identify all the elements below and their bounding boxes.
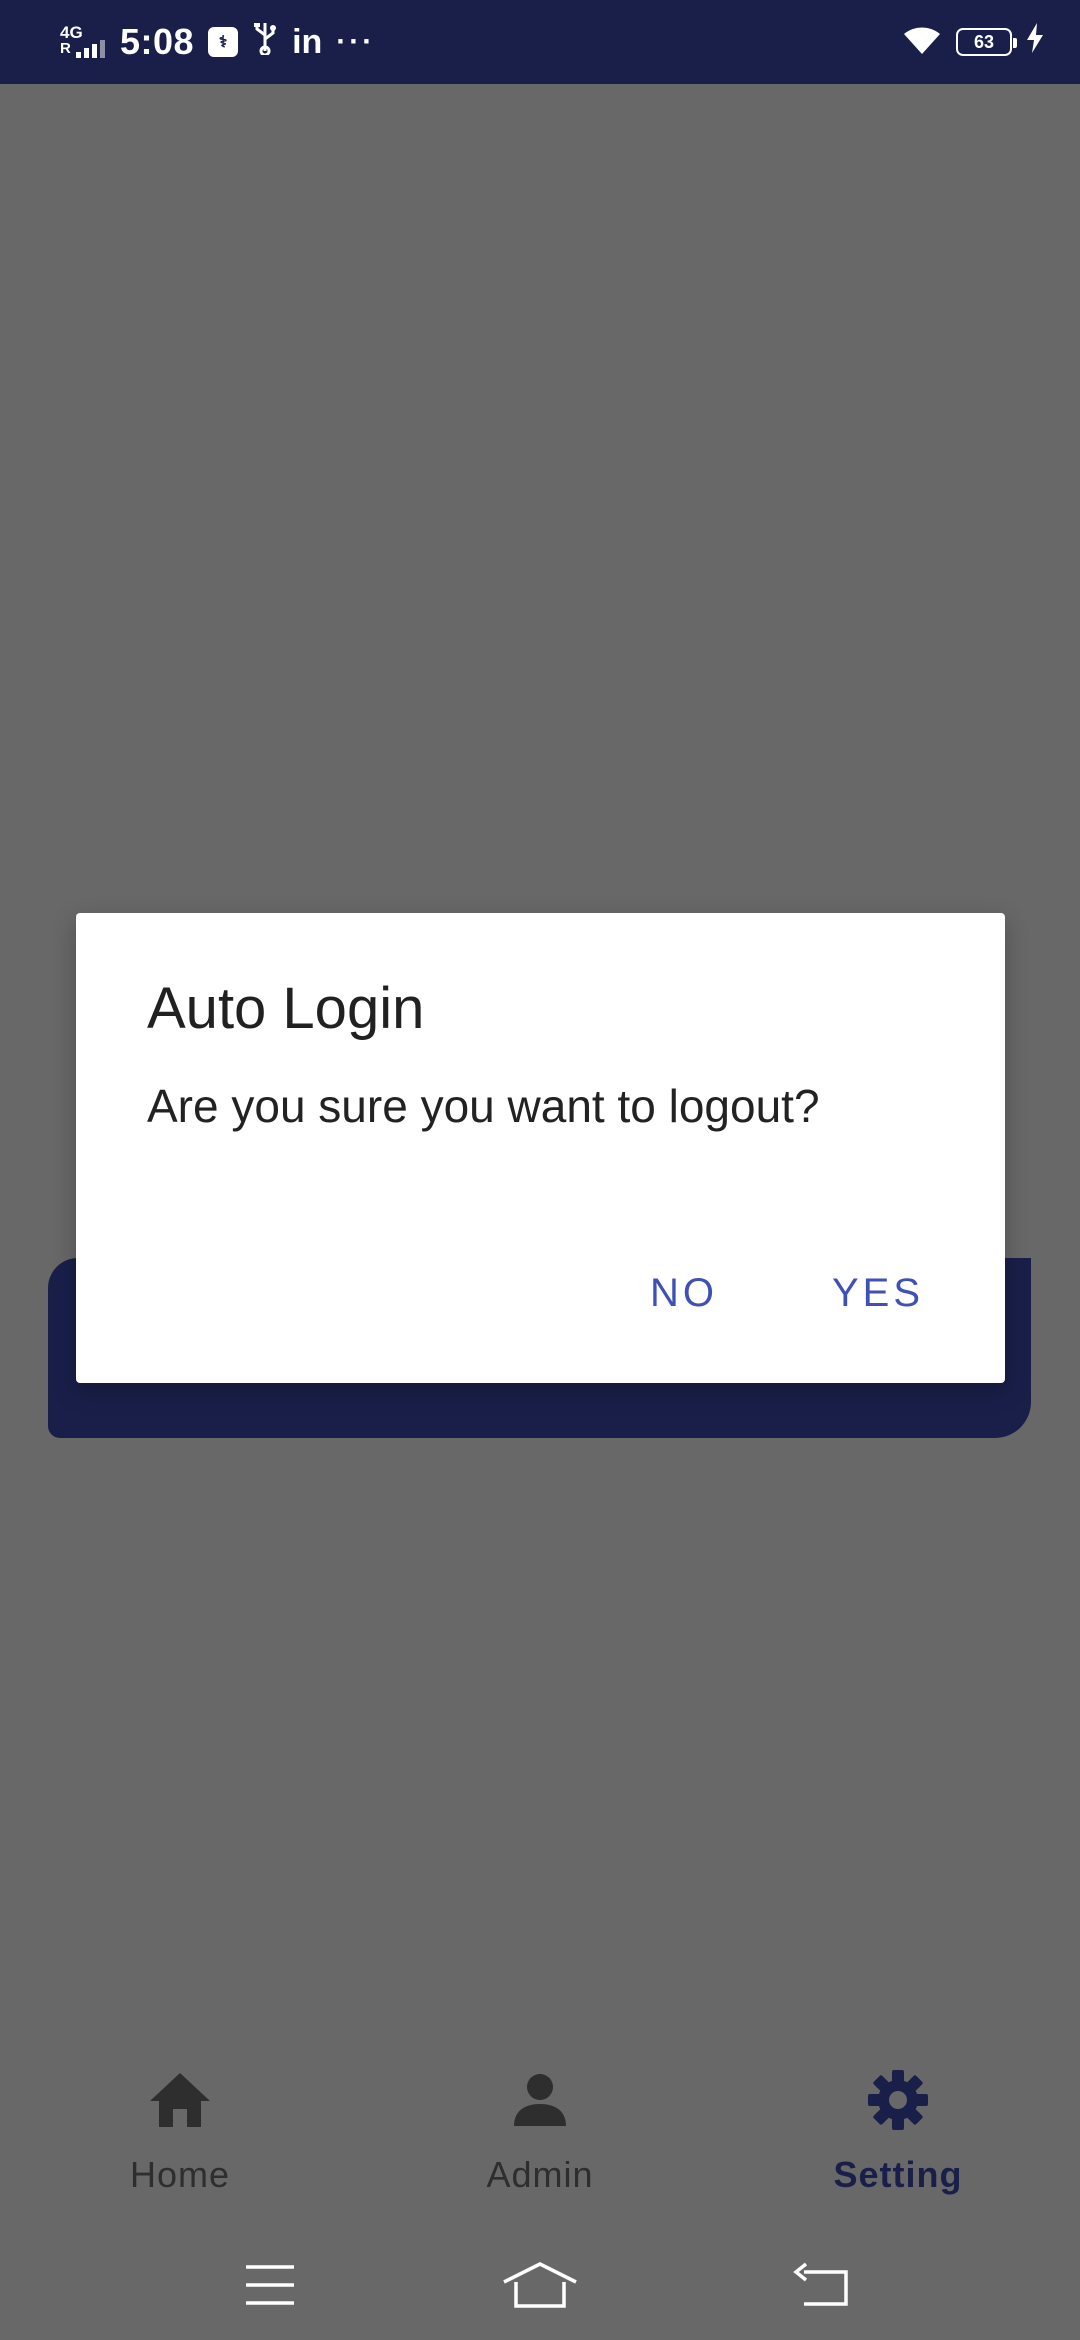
home-outline-icon: [503, 2262, 577, 2308]
roaming-indicator: R: [60, 40, 71, 57]
home-icon: [144, 2064, 216, 2136]
nav-label-admin: Admin: [486, 2154, 594, 2195]
wifi-icon: [902, 24, 942, 61]
usb-debug-icon: ⚕: [208, 27, 239, 57]
system-navigation-bar: [0, 2230, 1080, 2340]
person-icon: [504, 2064, 576, 2136]
more-notifications-icon: ···: [336, 25, 376, 58]
nav-item-setting[interactable]: Setting: [748, 2030, 1048, 2230]
logout-dialog: Auto Login Are you sure you want to logo…: [76, 913, 1005, 1383]
home-button[interactable]: [500, 2250, 580, 2320]
status-bar-left: 4G R 5:08 ⚕ in ···: [58, 0, 375, 84]
menu-icon: [246, 2265, 294, 2305]
no-button[interactable]: NO: [650, 1271, 718, 1316]
nav-item-home[interactable]: Home: [30, 2030, 330, 2230]
status-time: 5:08: [120, 21, 195, 62]
nav-label-setting: Setting: [833, 2154, 963, 2195]
gear-icon: [862, 2064, 934, 2136]
bottom-navigation: Home Admin Setting: [0, 2030, 1080, 2230]
status-bar-right: 63: [902, 0, 1044, 84]
dialog-title: Auto Login: [147, 976, 425, 1041]
usb-icon: [252, 21, 278, 63]
back-icon: [793, 2262, 848, 2306]
nav-item-admin[interactable]: Admin: [390, 2030, 690, 2230]
status-bar: 4G R 5:08 ⚕ in ··· 63: [0, 0, 1080, 84]
battery-icon: 63: [956, 28, 1017, 56]
back-button[interactable]: [782, 2250, 862, 2320]
cellular-signal-icon: 4G R: [58, 24, 106, 60]
dialog-message: Are you sure you want to logout?: [147, 1080, 820, 1132]
recent-apps-button[interactable]: [230, 2250, 310, 2320]
linkedin-icon: in: [292, 22, 323, 61]
yes-button[interactable]: YES: [832, 1271, 924, 1316]
charging-icon: [1026, 23, 1044, 61]
nav-label-home: Home: [129, 2154, 231, 2195]
